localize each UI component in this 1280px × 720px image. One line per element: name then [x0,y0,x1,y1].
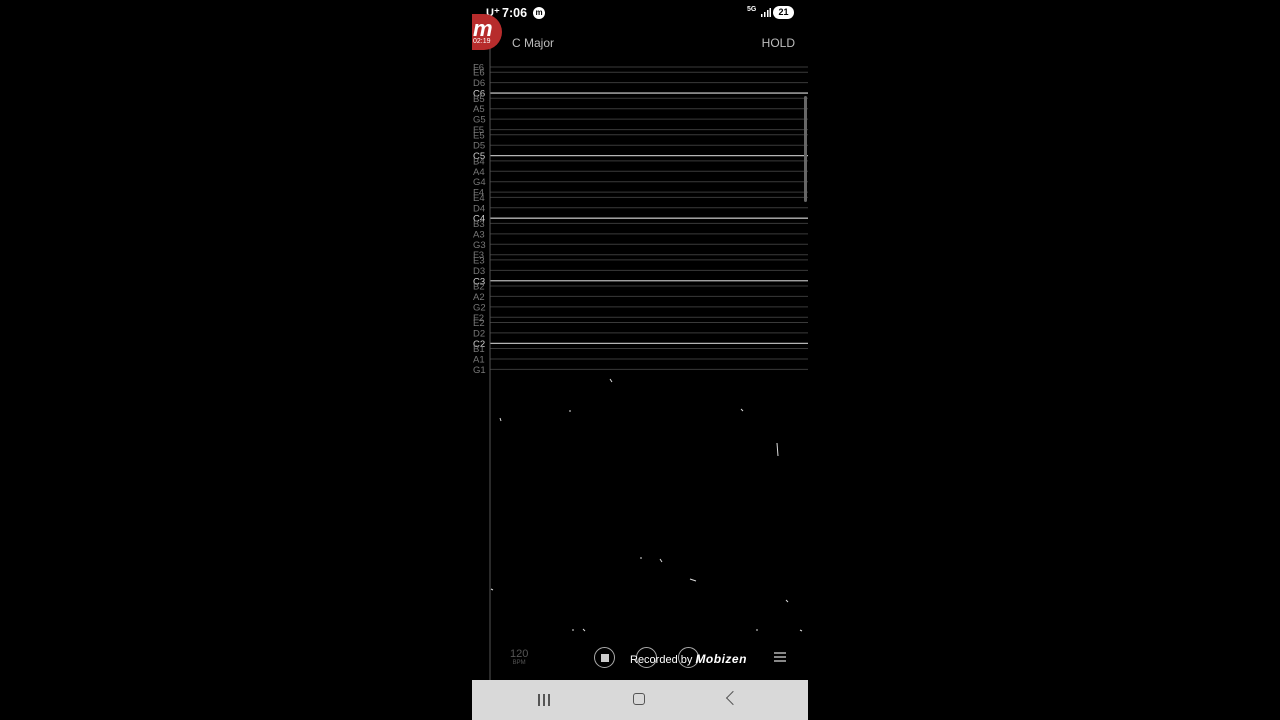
note-label: E3 [473,255,485,266]
battery-icon: 21 [773,6,794,19]
note-label: D4 [473,203,485,214]
signal-icon [761,8,771,17]
tempo-display[interactable]: 120 BPM [510,648,528,666]
pitch-staff: F6E6D6C6B5A5G5F5E5D5C5B4A4G4F4E4D4C4B3A3… [473,40,808,680]
home-icon[interactable] [633,693,645,705]
note-label: D2 [473,328,485,339]
note-label: B5 [473,94,485,105]
note-label: A1 [473,354,485,365]
app-notification-icon: m [533,7,545,19]
note-label: A4 [473,167,485,178]
note-label: G2 [473,302,486,313]
phone-screen: F6 E6 D6 C6 B5 A5 G5 F5 E5 D5 C5 B4 A4 G4 F4 E4 D4 C4 B3 A3… [472,0,808,720]
note-label: B1 [473,344,485,355]
note-label: D5 [473,141,485,152]
recents-icon[interactable] [538,694,552,706]
back-icon[interactable] [725,690,741,706]
recorded-by-label: Recorded by [630,654,693,666]
note-label: E4 [473,193,485,204]
menu-icon[interactable] [774,652,786,662]
recorder-timer: 02:19 [473,38,491,45]
recorded-by-watermark: Recorded by Mobizen [630,652,747,666]
note-label: A2 [473,292,485,303]
note-label: G5 [473,115,486,126]
note-label: B4 [473,156,485,167]
note-label: E6 [473,68,485,79]
note-label: A5 [473,104,485,115]
tempo-unit: BPM [512,660,526,666]
note-label: E2 [473,318,485,329]
tempo-value: 120 [510,648,529,660]
clock: 7:06 [502,6,528,20]
note-label: B3 [473,219,485,230]
note-label: B2 [473,281,485,292]
key-selector[interactable]: C Major [512,36,554,50]
pitch-trace [490,378,803,632]
note-label: D6 [473,78,485,89]
scrollbar[interactable] [804,96,807,202]
status-bar: U⁺ 7:06 m 5G 21 [472,0,808,26]
note-label: A3 [473,229,485,240]
navigation-bar [472,680,808,720]
recorder-brand: Mobizen [695,652,747,666]
note-label: G1 [473,365,486,376]
data-indicator: 5G [747,6,757,13]
recorder-controls: Recorded by Mobizen [592,646,792,672]
note-label: G3 [473,240,486,251]
note-label: E5 [473,130,485,141]
note-label: G4 [473,177,486,188]
stop-record-button[interactable] [594,647,615,668]
hold-button[interactable]: HOLD [762,36,795,50]
note-label: D3 [473,266,485,277]
